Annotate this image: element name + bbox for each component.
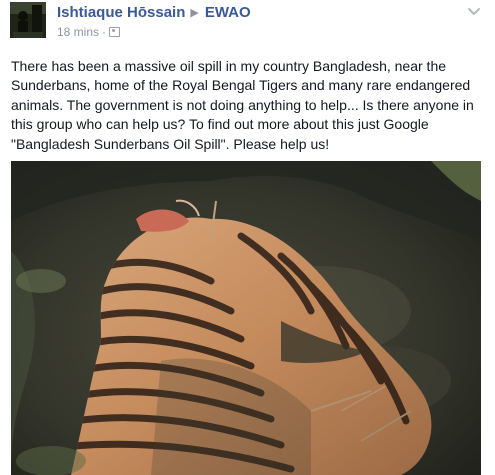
avatar-image	[10, 2, 46, 38]
tiger-in-water-photo	[11, 161, 481, 475]
chevron-down-icon	[468, 8, 480, 15]
post-meta: 18 mins ·	[57, 25, 121, 39]
post-body-text: There has been a massive oil spill in my…	[11, 58, 474, 152]
post-photo[interactable]	[11, 161, 481, 475]
post-header: Ishtiaque Hōssain ▶ EWAO	[57, 4, 251, 23]
author-name-link[interactable]: Ishtiaque Hōssain	[57, 4, 185, 21]
feed-post: Ishtiaque Hōssain ▶ EWAO 18 mins · There ha…	[0, 0, 495, 475]
author-avatar[interactable]	[10, 2, 46, 38]
meta-separator: ·	[102, 25, 107, 39]
timestamp-link[interactable]: 18 mins	[57, 25, 99, 39]
right-triangle-icon: ▶	[190, 7, 199, 19]
group-audience-icon	[109, 27, 121, 37]
group-name-link[interactable]: EWAO	[205, 4, 251, 21]
post-options-button[interactable]	[463, 0, 485, 22]
